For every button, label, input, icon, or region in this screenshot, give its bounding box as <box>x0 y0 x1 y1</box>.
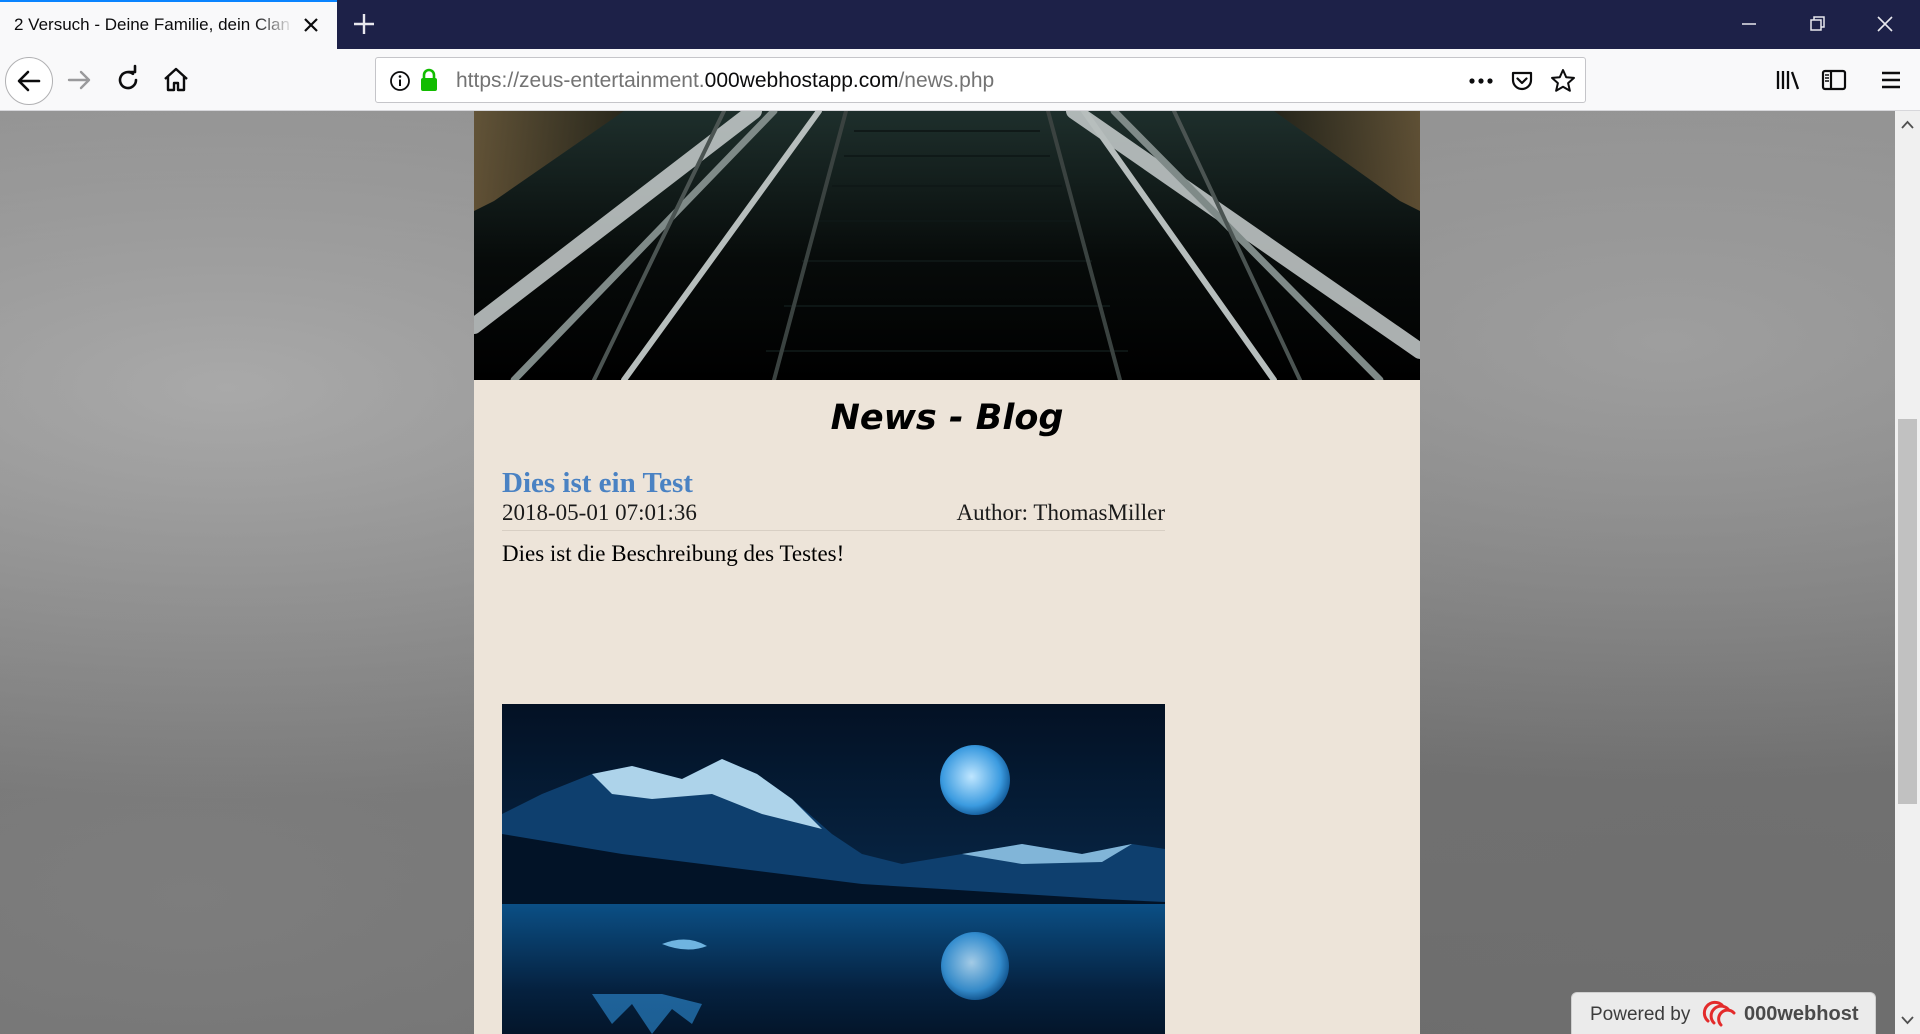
tab-title: 2 Versuch - Deine Familie, dein Clan <box>14 15 290 34</box>
post-description: Dies ist die Beschreibung des Testes! <box>502 541 845 566</box>
hamburger-menu-icon[interactable] <box>1875 64 1907 96</box>
blog-post: Dies ist ein Test 2018-05-01 07:01:36 Au… <box>502 466 1165 1034</box>
browser-tab[interactable]: 2 Versuch - Deine Familie, dein Clan <box>0 0 337 49</box>
restore-icon[interactable] <box>1803 10 1831 38</box>
back-button[interactable] <box>5 57 53 105</box>
library-icon[interactable] <box>1772 64 1804 96</box>
post-image <box>502 704 1165 1034</box>
tab-strip: 2 Versuch - Deine Familie, dein Clan <box>0 0 1920 49</box>
page-viewport: News - Blog Dies ist ein Test 2018-05-01… <box>0 111 1895 1034</box>
post-date: 2018-05-01 07:01:36 <box>502 500 697 525</box>
powered-by-badge[interactable]: Powered by 000webhost <box>1571 992 1876 1034</box>
content-column: News - Blog Dies ist ein Test 2018-05-01… <box>474 111 1420 1034</box>
post-meta: 2018-05-01 07:01:36 Author: ThomasMiller <box>502 500 1165 531</box>
plus-icon[interactable] <box>350 10 378 38</box>
reload-icon[interactable] <box>112 64 144 96</box>
minimize-icon[interactable] <box>1735 10 1763 38</box>
header-image <box>474 111 1420 380</box>
arrow-right-icon[interactable] <box>64 64 96 96</box>
close-icon[interactable] <box>1871 10 1899 38</box>
close-icon[interactable] <box>300 14 322 36</box>
pocket-icon[interactable] <box>1509 68 1535 94</box>
arrow-left-icon <box>17 70 41 92</box>
post-author: Author: ThomasMiller <box>956 500 1165 525</box>
url-path: /news.php <box>898 69 995 92</box>
powered-by-label: Powered by <box>1590 1004 1691 1025</box>
url-text[interactable]: https://zeus-entertainment.000webhostapp… <box>456 69 994 93</box>
chevron-up-icon[interactable] <box>1899 117 1916 134</box>
star-icon[interactable] <box>1549 67 1577 95</box>
navigation-toolbar: https://zeus-entertainment.000webhostapp… <box>0 49 1920 111</box>
info-icon[interactable] <box>388 69 412 93</box>
post-title-link[interactable]: Dies ist ein Test <box>502 466 1165 500</box>
home-icon[interactable] <box>160 64 192 96</box>
chevron-down-icon[interactable] <box>1899 1011 1916 1028</box>
url-bar[interactable]: https://zeus-entertainment.000webhostapp… <box>375 57 1586 103</box>
000webhost-logo-icon <box>1702 1000 1736 1027</box>
powered-by-brand: 000webhost <box>1744 1003 1859 1025</box>
lock-icon[interactable] <box>418 67 440 93</box>
page-title: News - Blog <box>830 398 1064 438</box>
url-prefix: https://zeus-entertainment. <box>456 69 705 92</box>
url-domain: 000webhostapp.com <box>704 69 899 92</box>
scrollbar-thumb[interactable] <box>1898 419 1917 804</box>
sidebar-icon[interactable] <box>1818 64 1850 96</box>
page-scrollbar[interactable] <box>1895 111 1920 1034</box>
more-icon[interactable] <box>1467 70 1495 92</box>
